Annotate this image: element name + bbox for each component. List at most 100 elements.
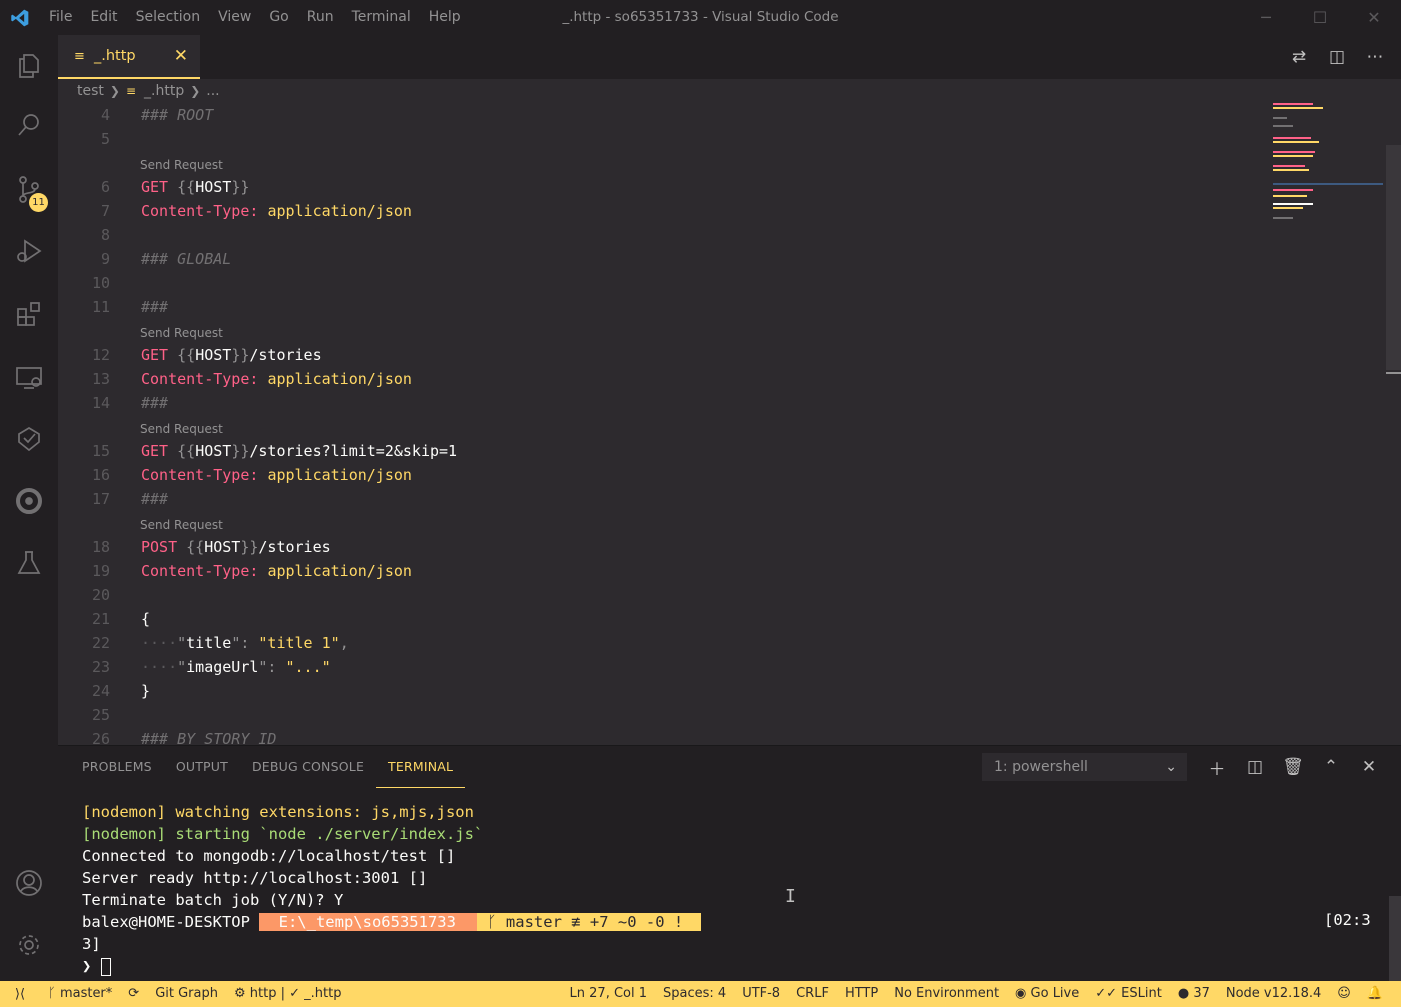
status-encoding[interactable]: UTF-8 xyxy=(734,981,788,1007)
run-debug-icon[interactable] xyxy=(0,221,58,281)
bottom-panel: PROBLEMS OUTPUT DEBUG CONSOLE TERMINAL 1… xyxy=(58,745,1401,981)
status-node[interactable]: Node v12.18.4 xyxy=(1218,981,1329,1007)
line-number: 24 xyxy=(91,682,110,700)
minimize-icon[interactable]: ─ xyxy=(1239,0,1293,35)
window-controls: ─ ☐ ✕ xyxy=(1239,0,1401,35)
tab-http-file[interactable]: ≡ _.http ✕ xyxy=(58,35,200,79)
json-brace: { xyxy=(141,610,151,628)
source-control-icon[interactable]: 11 xyxy=(0,159,58,219)
breadcrumb: test ❯ ≡ _.http ❯ ... xyxy=(58,79,220,103)
whitespace-dots: ···· xyxy=(141,658,178,676)
menu-terminal[interactable]: Terminal xyxy=(343,0,420,35)
search-icon[interactable] xyxy=(0,95,58,155)
split-editor-icon[interactable]: ◫ xyxy=(1323,43,1351,71)
url-path: /stories?limit=2&skip=1 xyxy=(249,442,458,460)
chevron-right-icon: ❯ xyxy=(190,84,201,98)
more-actions-icon[interactable]: ⋯ xyxy=(1361,43,1389,71)
remote-explorer-icon[interactable] xyxy=(0,347,58,407)
close-window-icon[interactable]: ✕ xyxy=(1347,0,1401,35)
status-branch[interactable]: ᚴ master* xyxy=(40,981,120,1007)
status-http[interactable]: ⚙ http | ✓ _.http xyxy=(226,981,349,1007)
http-file-icon: ≡ xyxy=(74,48,85,64)
header-value: application/json xyxy=(267,370,412,388)
line-number: 18 xyxy=(91,538,110,556)
close-tab-icon[interactable]: ✕ xyxy=(174,46,188,66)
breadcrumb-file[interactable]: _.http xyxy=(144,83,184,99)
brace-open: {{ xyxy=(177,346,196,364)
maximize-panel-icon[interactable]: ⌃ xyxy=(1312,757,1350,777)
status-git-graph[interactable]: Git Graph xyxy=(147,981,226,1007)
settings-gear-icon[interactable] xyxy=(0,915,58,975)
header-value: application/json xyxy=(267,562,412,580)
scm-badge: 11 xyxy=(29,193,48,212)
panel-actions: ＋ ◫ 🗑 ⌃ ✕ xyxy=(1198,753,1388,781)
breadcrumb-more[interactable]: ... xyxy=(206,83,219,99)
json-key: imageUrl xyxy=(186,658,259,676)
tab-debug-console[interactable]: DEBUG CONSOLE xyxy=(240,746,376,788)
circleci-icon[interactable] xyxy=(0,471,58,531)
terminal-scrollbar[interactable] xyxy=(1389,896,1401,981)
kill-terminal-icon[interactable]: 🗑 xyxy=(1274,757,1312,777)
line-number: 23 xyxy=(91,658,110,676)
explorer-icon[interactable] xyxy=(0,35,58,95)
minimap[interactable] xyxy=(1273,103,1383,233)
sync-icon[interactable]: ⟳ xyxy=(120,981,147,1007)
menu-file[interactable]: File xyxy=(40,0,81,35)
tab-problems[interactable]: PROBLEMS xyxy=(70,746,164,788)
breadcrumb-folder[interactable]: test xyxy=(77,83,104,99)
menu-help[interactable]: Help xyxy=(420,0,470,35)
branch-name: master* xyxy=(59,986,113,1001)
new-terminal-icon[interactable]: ＋ xyxy=(1198,755,1236,780)
feedback-icon[interactable]: ☺ xyxy=(1329,981,1359,1007)
prompt-user: balex@HOME-DESKTOP xyxy=(82,913,260,931)
line-number: 10 xyxy=(91,274,110,292)
status-go-live[interactable]: ◉ Go Live xyxy=(1007,981,1087,1007)
send-request-lens[interactable]: Send Request xyxy=(140,516,223,534)
line-number: 16 xyxy=(91,466,110,484)
extensions-icon[interactable] xyxy=(0,284,58,344)
tab-terminal[interactable]: TERMINAL xyxy=(376,747,466,788)
compare-changes-icon[interactable]: ⇄ xyxy=(1285,43,1313,71)
brace-open: {{ xyxy=(177,442,196,460)
line-number: 25 xyxy=(91,706,110,724)
status-position[interactable]: Ln 27, Col 1 xyxy=(562,981,655,1007)
live-share-icon[interactable] xyxy=(0,409,58,469)
variable: HOST xyxy=(195,442,232,460)
menu-edit[interactable]: Edit xyxy=(81,0,126,35)
code-editor[interactable]: 4 ### ROOT 5 Send Request 6 GET {{HOST}} 7… xyxy=(58,103,1401,745)
testing-icon[interactable] xyxy=(0,533,58,593)
send-request-lens[interactable]: Send Request xyxy=(140,324,223,342)
status-eslint[interactable]: ✓✓ ESLint xyxy=(1087,981,1170,1007)
notifications-bell-icon[interactable]: 🔔 xyxy=(1359,981,1391,1007)
menu-go[interactable]: Go xyxy=(260,0,297,35)
prompt-time-wrap: 3] xyxy=(82,935,101,953)
remote-indicator-icon[interactable]: ⟩⟨ xyxy=(0,981,40,1007)
status-environment[interactable]: No Environment xyxy=(886,981,1007,1007)
close-panel-icon[interactable]: ✕ xyxy=(1350,757,1388,777)
terminal-output[interactable]: [nodemon] watching extensions: js,mjs,js… xyxy=(82,801,701,977)
prompt-path-segment: E:\_temp\so65351733 xyxy=(259,913,478,931)
editor-scrollbar[interactable] xyxy=(1386,145,1401,370)
header-value: application/json xyxy=(267,202,412,220)
brace-close: }} xyxy=(231,442,250,460)
status-eol[interactable]: CRLF xyxy=(788,981,837,1007)
terminal-select[interactable]: 1: powershell ⌄ xyxy=(982,753,1187,781)
text-cursor-icon: I xyxy=(785,886,796,907)
line-number: 7 xyxy=(100,202,110,220)
accounts-icon[interactable] xyxy=(0,853,58,913)
menu-selection[interactable]: Selection xyxy=(127,0,210,35)
menu-run[interactable]: Run xyxy=(298,0,343,35)
send-request-lens[interactable]: Send Request xyxy=(140,420,223,438)
status-language[interactable]: HTTP xyxy=(837,981,886,1007)
line-number: 8 xyxy=(100,226,110,244)
send-request-lens[interactable]: Send Request xyxy=(140,156,223,174)
maximize-icon[interactable]: ☐ xyxy=(1293,0,1347,35)
split-terminal-icon[interactable]: ◫ xyxy=(1236,757,1274,777)
menu-view[interactable]: View xyxy=(209,0,260,35)
status-github[interactable]: ● 37 xyxy=(1170,981,1218,1007)
chevron-right-icon: ❯ xyxy=(109,84,120,98)
whitespace-dots: ···· xyxy=(141,634,178,652)
http-method: POST xyxy=(141,538,178,556)
status-spaces[interactable]: Spaces: 4 xyxy=(655,981,734,1007)
tab-output[interactable]: OUTPUT xyxy=(164,746,240,788)
